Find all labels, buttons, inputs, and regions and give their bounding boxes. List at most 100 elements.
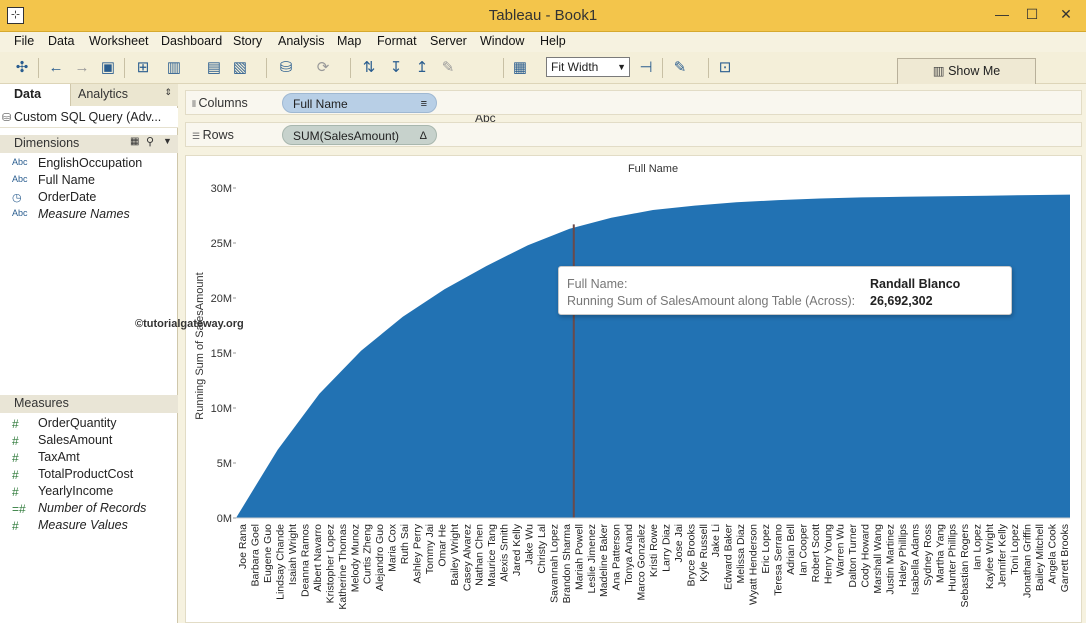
x-tick-label: Tommy Jai [424,524,436,574]
number-type-icon: # [12,451,19,465]
database-icon: ⛁ [2,112,12,124]
sum-salesamount-pill[interactable]: SUM(SalesAmount) Δ [282,125,437,145]
x-tick-label: Isabella Adams [909,524,921,595]
menu-story[interactable]: Story [233,34,262,48]
menu-file[interactable]: File [14,34,34,48]
x-tick-label: Adrian Bell [785,524,797,575]
pane-menu-icon[interactable]: ⇕ [164,87,172,98]
x-tick-label: Jared Kelly [511,523,523,576]
x-tick-label: Jonathan Griffin [1021,524,1033,598]
new-datasource-icon[interactable]: ⊞ [133,57,153,79]
dropdown-icon[interactable]: ▼ [163,136,172,146]
fit-width-select[interactable]: Fit Width ▼ [546,57,630,77]
x-tick-label: Christy Lal [536,524,548,574]
field-label: Measure Names [38,207,130,221]
new-worksheet-icon[interactable]: ▥ [164,57,184,79]
toolbar-separator [124,58,125,78]
x-tick-label: Kristi Rowe [648,524,660,577]
undo-icon[interactable]: ← [46,57,66,79]
show-me-button[interactable]: ▥ Show Me [897,58,1036,84]
x-tick-label: Savannah Lopez [548,524,560,603]
window-title: Tableau - Book1 [488,7,598,24]
menu-worksheet[interactable]: Worksheet [89,34,149,48]
x-tick-label: Justin Martinez [885,524,897,595]
x-tick-label: Ian Cooper [797,523,809,575]
rows-label: Rows [202,128,234,142]
tooltip: Full Name: Randall Blanco Running Sum of… [558,266,1012,315]
columns-label: Columns [198,96,248,110]
tooltip-value-running-sum: 26,692,302 [870,294,933,308]
sort-descending-icon[interactable]: ↥ [412,57,432,79]
tooltip-label-running-sum: Running Sum of SalesAmount along Table (… [567,294,856,308]
sort-ascending-icon[interactable]: ↧ [386,57,406,79]
tab-analytics[interactable]: Analytics ⇕ [70,84,178,106]
grid-view-icon[interactable]: ▦ [130,136,139,147]
x-tick-label: Alexis Smith [499,524,511,582]
menu-help[interactable]: Help [540,34,566,48]
clear-sheet-icon[interactable]: ▧ [230,57,250,79]
duplicate-sheet-icon[interactable]: ▤ [204,57,224,79]
y-axis: 0M 5M 10M 15M 20M 25M 30M [211,183,236,525]
close-button[interactable]: ✕ [1050,4,1082,24]
string-type-icon: Abc [12,157,28,167]
menu-analysis[interactable]: Analysis [278,34,325,48]
search-icon[interactable]: ⚲ [146,135,154,148]
y-tick-label: 30M [211,183,232,195]
full-name-pill[interactable]: Full Name ≡ [282,93,437,113]
y-tick-label: 0M [217,513,232,525]
columns-shelf[interactable]: ⦀ Columns Full Name ≡ [185,90,1082,115]
x-tick-label: Eric Lopez [760,524,772,574]
save-icon[interactable]: ▣ [98,57,118,79]
x-tick-label: Ian Lopez [972,524,984,570]
x-tick-label: Kaylee Wright [984,524,996,589]
x-tick-label: Garrett Brooks [1059,524,1071,592]
menu-dashboard[interactable]: Dashboard [161,34,222,48]
tableau-window: ⊹ Tableau - Book1 — ☐ ✕ File Data Worksh… [0,0,1086,623]
field-label: Measure Values [38,518,128,532]
date-icon: ◷ [12,192,22,204]
x-tick-label: Ruth Sai [399,524,411,564]
minimize-button[interactable]: — [990,4,1014,24]
menu-bar: File Data Worksheet Dashboard Story Anal… [0,32,1086,52]
x-tick-label: Kyle Russell [698,524,710,582]
fix-axes-icon[interactable]: ⊣ [636,57,656,79]
running-sum-area[interactable] [236,194,1070,518]
x-tick-label: Lindsay Chande [275,524,287,600]
maximize-button[interactable]: ☐ [1020,4,1044,24]
tableau-logo-icon[interactable]: ✣ [12,57,32,79]
rows-shelf[interactable]: ☰ Rows SUM(SalesAmount) Δ [185,122,1082,147]
chart-title: Full Name [628,163,678,175]
x-tick-label: Eugene Guo [262,524,274,583]
menu-window[interactable]: Window [480,34,524,48]
x-tick-label: Henry Young [822,524,834,584]
dimensions-header: Dimensions ▦ ⚲ ▼ [0,135,178,153]
x-tick-label: Ana Patterson [611,524,623,591]
presentation-mode-icon[interactable]: ⊡ [715,57,735,79]
menu-data[interactable]: Data [48,34,74,48]
string-type-icon: Abc [12,174,28,184]
x-tick-label: Deanna Ramos [299,524,311,597]
toolbar-separator [38,58,39,78]
menu-server[interactable]: Server [430,34,467,48]
y-tick-label: 5M [217,458,232,470]
x-tick-label: Curtis Zheng [362,524,374,584]
viz-area[interactable]: Full Name Running Sum of SalesAmount 0M 5… [185,155,1082,623]
x-tick-label: Robert Scott [810,524,822,582]
sort-icon: ≡ [420,98,427,110]
x-tick-label: Madeline Baker [598,524,610,597]
number-type-icon: # [12,519,19,533]
menu-format[interactable]: Format [377,34,417,48]
refresh-icon[interactable]: ⟳ [313,57,333,79]
x-tick-label: Haley Phillips [897,524,909,587]
annotate-pen-icon[interactable]: ✎ [670,57,690,79]
swap-rows-columns-icon[interactable]: ⇅ [359,57,379,79]
datasource-item[interactable]: ⛁ Custom SQL Query (Adv... [0,108,178,128]
menu-map[interactable]: Map [337,34,361,48]
running-sum-area-chart[interactable]: Full Name Running Sum of SalesAmount 0M 5… [186,156,1083,623]
highlight-icon[interactable]: ✎ [438,57,458,79]
redo-icon[interactable]: → [72,57,92,79]
pause-updates-icon[interactable]: ⛁ [276,57,296,79]
fit-icon[interactable]: ▦ [510,57,530,79]
measures-label: Measures [14,396,69,410]
tab-data[interactable]: Data [0,84,70,106]
